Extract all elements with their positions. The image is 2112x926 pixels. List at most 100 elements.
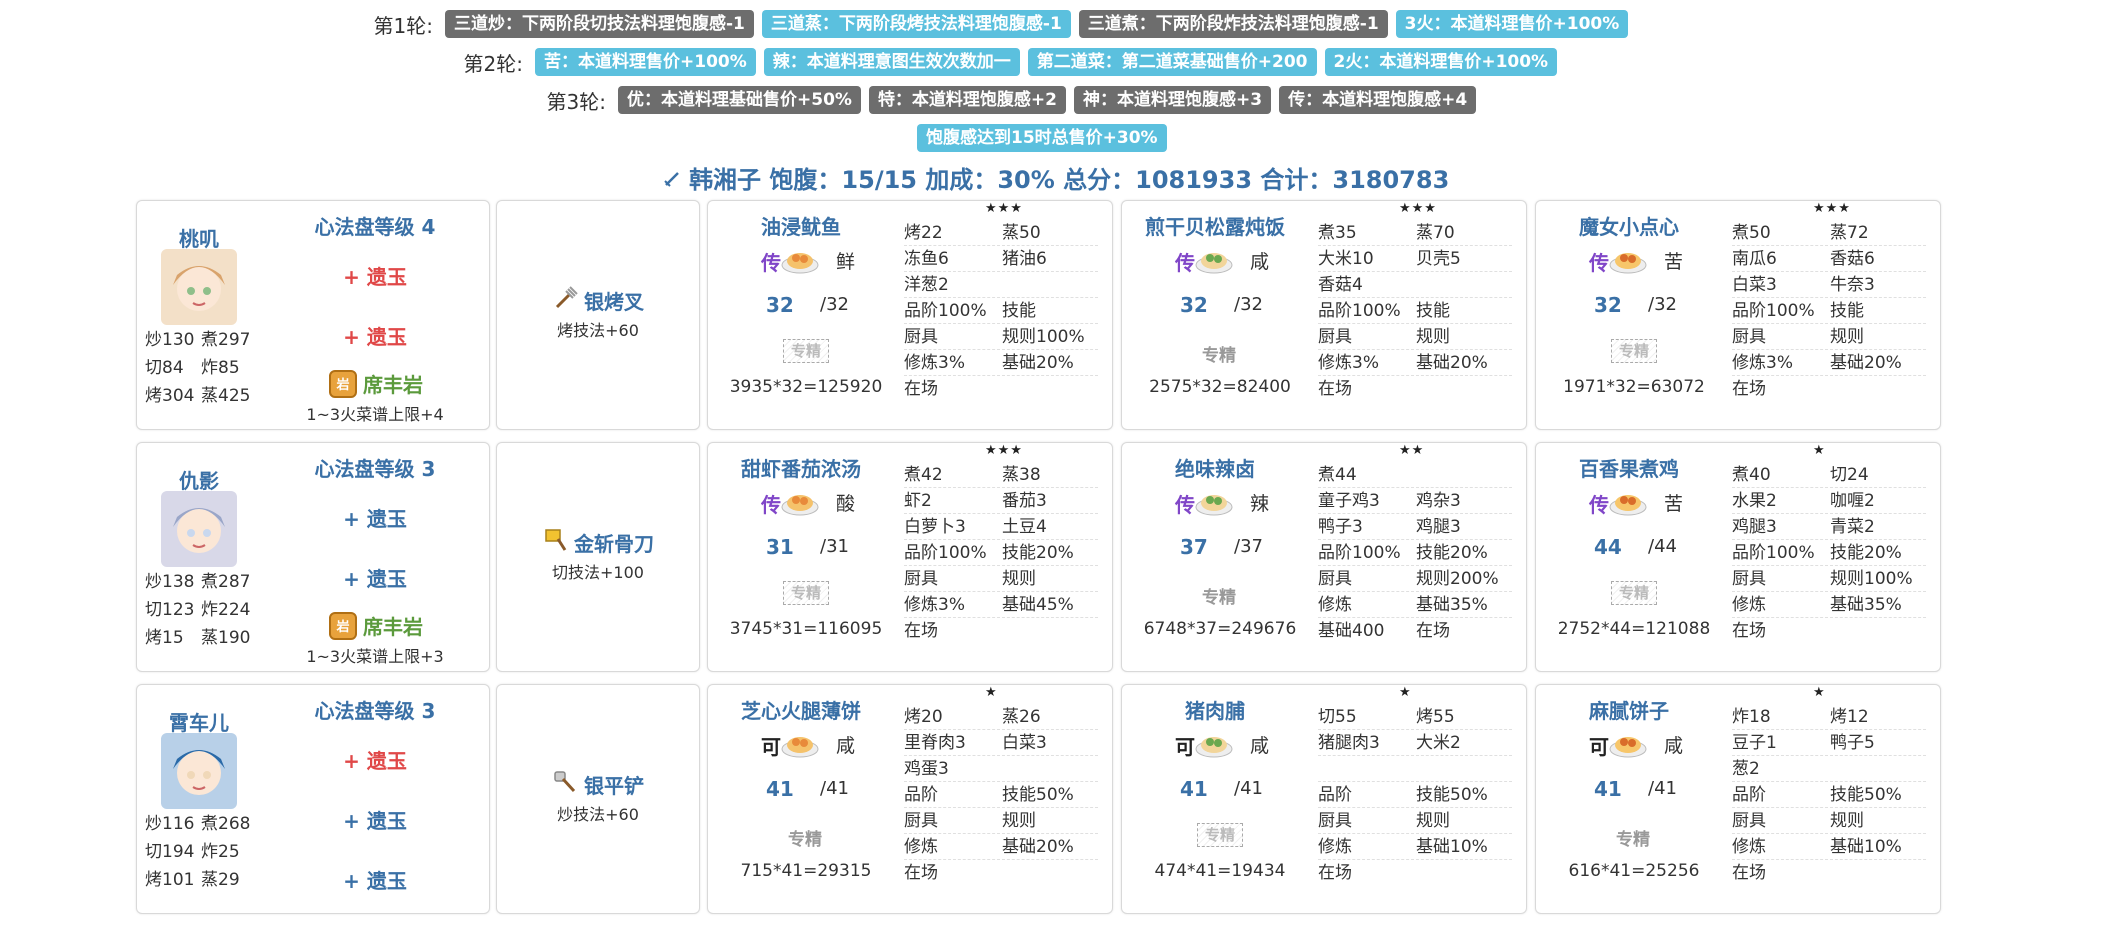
chef-stat: 煮268	[201, 814, 251, 834]
partner-skill: 1~3火菜谱上限+3	[306, 647, 444, 666]
detail-cell: 规则	[1830, 809, 1926, 834]
round-label: 第2轮:	[463, 51, 523, 76]
dish-icon	[1608, 727, 1648, 759]
detail-cell: 鸡杂3	[1416, 489, 1512, 514]
detail-cell	[1830, 377, 1926, 401]
dish-quantity[interactable]: 41	[1180, 777, 1208, 801]
sword-icon	[663, 166, 689, 194]
equip-card[interactable]: 银平铲 炒技法+60	[496, 684, 700, 914]
dish-quantity[interactable]: 41	[766, 777, 794, 801]
dish-card[interactable]: 百香果煮鸡 ★ 传苦 44/44 专精 2752*44=121088 煮40 切24 水果2 咖喱…	[1535, 442, 1941, 672]
dish-card[interactable]: 猪肉脯 ★ 可咸 41/41 专精 474*41=19434 切55 烤55 猪腿肉3 大米2 品阶…	[1121, 684, 1527, 914]
partner[interactable]: 岩席丰岩	[329, 369, 423, 398]
dish-score: 3935*32=125920	[729, 377, 883, 397]
detail-cell: 在场	[1732, 863, 1766, 883]
dish-icon	[1194, 727, 1234, 759]
detail-cell	[1416, 757, 1512, 782]
summary-line: 韩湘子 饱腹：15/15 加成：30% 总分：1081933 合计：318078…	[0, 160, 2112, 195]
dish-quantity-max: /41	[1234, 778, 1263, 799]
detail-cell: 规则	[1416, 325, 1512, 350]
specialty-badge: 专精	[783, 339, 829, 363]
dish-card[interactable]: 煎干贝松露炖饭 ★★★ 传咸 32/32 专精 2575*32=82400 煮35 蒸70 大米…	[1121, 200, 1527, 430]
dish-card[interactable]: 油浸鱿鱼 ★★★ 传鲜 32/32 专精 3935*32=125920 烤22 蒸50 冻鱼6 猪…	[707, 200, 1113, 430]
detail-cell: 烤12	[1830, 705, 1926, 730]
spatula-icon	[552, 769, 578, 800]
heart-level[interactable]: 心法盘等级 4	[275, 211, 475, 240]
dish-name[interactable]: 油浸鱿鱼	[716, 211, 886, 240]
partner[interactable]: 岩席丰岩	[329, 611, 423, 640]
dish-card[interactable]: 麻腻饼子 ★ 可咸 41/41 专精 616*41=25256 炸18 烤12 豆子1 鸭子5 葱2…	[1535, 684, 1941, 914]
dish-quantity[interactable]: 32	[1594, 293, 1622, 317]
dish-name[interactable]: 煎干贝松露炖饭	[1130, 211, 1300, 240]
chef-stat: 煮287	[201, 572, 251, 592]
detail-cell: 烤20	[904, 705, 1000, 730]
heart-level[interactable]: 心法盘等级 3	[275, 453, 475, 482]
dish-quantity-max: /32	[820, 294, 849, 315]
dish-name[interactable]: 百香果煮鸡	[1544, 453, 1714, 482]
dish-score: 2575*32=82400	[1149, 377, 1291, 397]
rule-tag: 苦：本道料理售价+100%	[535, 48, 756, 76]
dish-card[interactable]: 绝味辣卤 ★★ 传辣 37/37 专精 6748*37=249676 煮44 童子鸡3 鸡杂3 鸭…	[1121, 442, 1527, 672]
detail-cell: 蒸70	[1416, 221, 1512, 246]
dish-quantity[interactable]: 32	[1180, 293, 1208, 317]
detail-cell: 厨具	[1732, 567, 1828, 592]
dish-name[interactable]: 麻腻饼子	[1544, 695, 1714, 724]
equip-name[interactable]: 银烤叉	[493, 285, 703, 316]
remain-slot[interactable]: + 遗玉	[275, 261, 475, 290]
detail-cell: 在场	[904, 863, 938, 883]
rule-tag: 传：本道料理饱腹感+4	[1279, 86, 1477, 114]
dish-card[interactable]: 芝心火腿薄饼 ★ 可咸 41/41 专精 715*41=29315 烤20 蒸26 里脊肉3 白菜…	[707, 684, 1113, 914]
dish-name[interactable]: 芝心火腿薄饼	[716, 695, 886, 724]
dish-stars: ★	[1813, 685, 1826, 700]
partner-avatar-icon: 岩	[329, 611, 357, 640]
detail-cell: 煮44	[1318, 463, 1414, 488]
remain-slot[interactable]: + 遗玉	[275, 865, 475, 894]
detail-cell: 烤22	[904, 221, 1000, 246]
detail-cell: 在场	[1318, 863, 1352, 883]
detail-cell	[1416, 273, 1512, 298]
dish-quantity[interactable]: 41	[1594, 777, 1622, 801]
remain-slot[interactable]: + 遗玉	[275, 321, 475, 350]
detail-cell: 煮35	[1318, 221, 1414, 246]
dish-quantity[interactable]: 32	[766, 293, 794, 317]
dish-stars: ★★★	[1813, 201, 1851, 216]
round-row: 第1轮: 三道炒：下两阶段切技法料理饱腹感-1 三道蒸：下两阶段烤技法料理饱腹感-1…	[0, 9, 2112, 39]
detail-cell: 鸡腿3	[1732, 515, 1828, 540]
detail-cell: 基础45%	[1002, 593, 1098, 618]
dish-card[interactable]: 甜虾番茄浓汤 ★★★ 传酸 31/31 专精 3745*31=116095 煮42 蒸38 虾2…	[707, 442, 1113, 672]
detail-cell: 修炼3%	[904, 351, 1000, 376]
dish-quantity[interactable]: 37	[1180, 535, 1208, 559]
dish-quantity[interactable]: 31	[766, 535, 794, 559]
dish-flavor: 苦	[1664, 251, 1684, 273]
chef-card[interactable]: 霄车儿 炒116 煮268 切194 炸25 烤101 蒸29 心法盘等级 3 + 遗玉 + 遗玉…	[136, 684, 490, 914]
heart-level[interactable]: 心法盘等级 3	[275, 695, 475, 724]
equip-card[interactable]: 银烤叉 烤技法+60	[496, 200, 700, 430]
detail-cell: 技能	[1002, 299, 1098, 324]
dish-name[interactable]: 猪肉脯	[1130, 695, 1300, 724]
chef-card[interactable]: 桃叽 炒130 煮297 切84 炸85 烤304 蒸425 心法盘等级 4 + 遗玉 + 遗玉岩…	[136, 200, 490, 430]
detail-cell: 修炼	[1318, 835, 1414, 860]
dish-flavor: 咸	[1250, 735, 1270, 757]
remain-slot[interactable]: + 遗玉	[275, 563, 475, 592]
chef-card[interactable]: 仇影 炒138 煮287 切123 炸224 烤15 蒸190 心法盘等级 3 + 遗玉 + 遗玉…	[136, 442, 490, 672]
dish-name[interactable]: 魔女小点心	[1544, 211, 1714, 240]
equip-name[interactable]: 银平铲	[493, 769, 703, 800]
dish-quantity-max: /32	[1648, 294, 1677, 315]
rule-tag: 三道炒：下两阶段切技法料理饱腹感-1	[445, 10, 754, 38]
dish-name[interactable]: 绝味辣卤	[1130, 453, 1300, 482]
equip-card[interactable]: 金斩骨刀 切技法+100	[496, 442, 700, 672]
remain-slot[interactable]: + 遗玉	[275, 805, 475, 834]
dish-name[interactable]: 甜虾番茄浓汤	[716, 453, 886, 482]
rule-tag: 第二道菜：第二道菜基础售价+200	[1027, 48, 1317, 76]
remain-slot[interactable]: + 遗玉	[275, 745, 475, 774]
detail-cell: 葱2	[1732, 757, 1828, 782]
dish-quantity[interactable]: 44	[1594, 535, 1622, 559]
detail-cell	[1002, 619, 1098, 643]
remain-slot[interactable]: + 遗玉	[275, 503, 475, 532]
detail-cell: 煮50	[1732, 221, 1828, 246]
chef-stat: 炸25	[201, 842, 240, 862]
specialty-badge: 专精	[1616, 830, 1650, 850]
dish-card[interactable]: 魔女小点心 ★★★ 传苦 32/32 专精 1971*32=63072 煮50 蒸72 南瓜6 香…	[1535, 200, 1941, 430]
dish-flavor: 酸	[836, 493, 856, 515]
equip-name[interactable]: 金斩骨刀	[493, 527, 703, 558]
